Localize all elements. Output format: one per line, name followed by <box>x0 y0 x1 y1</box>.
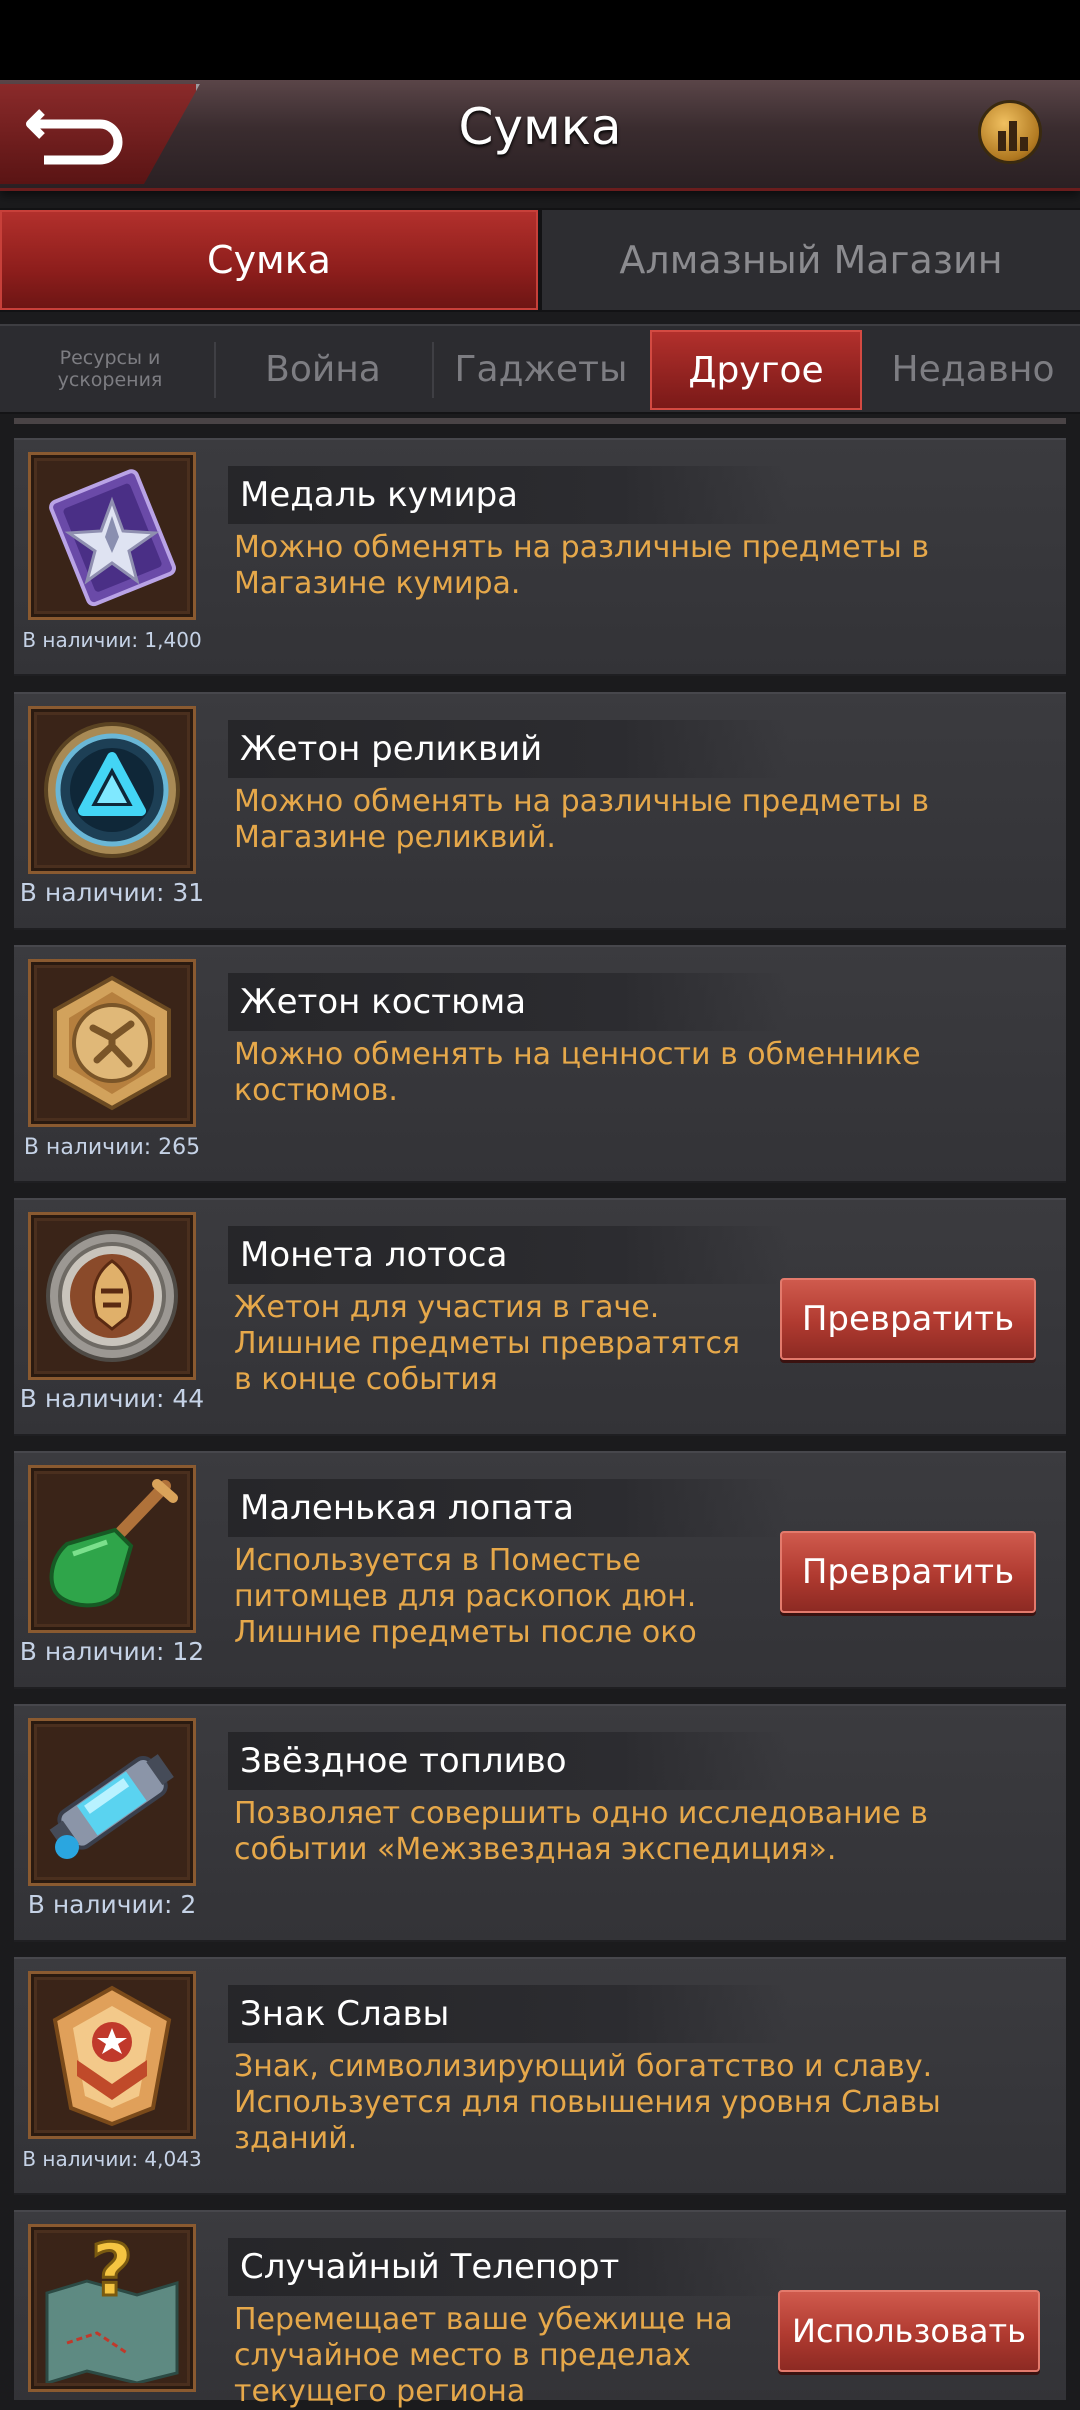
item-icon-frame <box>28 1465 196 1633</box>
item-count: В наличии: 44 <box>19 1384 205 1413</box>
tab-gadgets[interactable]: Гаджеты <box>436 326 646 412</box>
star-fuel-icon <box>37 1727 187 1877</box>
item-icon-frame: ? <box>28 2224 196 2392</box>
item-name: Знак Славы <box>228 1985 788 2043</box>
list-item[interactable]: В наличии: 265 Жетон костюма Можно обмен… <box>14 945 1066 1183</box>
item-count: В наличии: 2 <box>27 1890 197 1919</box>
tab-recent[interactable]: Недавно <box>866 326 1080 412</box>
list-item[interactable]: В наличии: 12 Маленькая лопата Используе… <box>14 1451 1066 1689</box>
item-description: Используется в Поместье питомцев для рас… <box>234 1543 697 1650</box>
item-icon-frame <box>28 1212 196 1380</box>
bar-chart-icon <box>998 121 1028 151</box>
item-count: В наличии: 31 <box>19 878 205 907</box>
tab-diamond-shop[interactable]: Алмазный Магазин <box>542 210 1080 310</box>
item-count: В наличии: 12 <box>19 1637 205 1666</box>
item-count: В наличии: 1,400 <box>22 628 202 652</box>
convert-button[interactable]: Превратить <box>780 1531 1036 1613</box>
item-icon-frame <box>28 959 196 1127</box>
item-name: Маленькая лопата <box>228 1479 788 1537</box>
item-icon-frame <box>28 1971 196 2139</box>
idol-medal-icon <box>37 461 187 611</box>
glory-badge-icon <box>37 1980 187 2130</box>
item-description: Можно обменять на различные предметы в М… <box>234 784 929 855</box>
tab-divider <box>214 342 216 398</box>
category-tabs: Ресурсы и ускорения Война Гаджеты Другое… <box>0 324 1080 414</box>
status-bar <box>0 0 1080 80</box>
item-icon-frame <box>28 1718 196 1886</box>
main-tabs: Сумка Алмазный Магазин <box>0 208 1080 312</box>
tab-divider <box>432 342 434 398</box>
item-description: Перемещает ваше убежище на случайное мес… <box>234 2302 733 2409</box>
item-icon-frame <box>28 452 196 620</box>
header-bar: Сумка <box>0 80 1080 191</box>
svg-text:?: ? <box>91 2233 133 2312</box>
list-divider <box>14 418 1066 424</box>
tab-resources-speedups[interactable]: Ресурсы и ускорения <box>20 326 200 412</box>
tab-war[interactable]: Война <box>218 326 428 412</box>
list-item[interactable]: В наличии: 4,043 Знак Славы Знак, символ… <box>14 1957 1066 2195</box>
item-description: Можно обменять на ценности в обменнике к… <box>234 1037 921 1108</box>
lotus-coin-icon <box>37 1221 187 1371</box>
item-name: Жетон реликвий <box>228 720 788 778</box>
list-item[interactable]: В наличии: 44 Монета лотоса Жетон для уч… <box>14 1198 1066 1436</box>
tab-other[interactable]: Другое <box>650 330 862 410</box>
shovel-icon <box>37 1474 187 1624</box>
item-description: Жетон для участия в гаче. Лишние предмет… <box>234 1290 741 1397</box>
item-name: Случайный Телепорт <box>228 2238 788 2296</box>
list-item[interactable]: В наличии: 1,400 Медаль кумира Можно обм… <box>14 438 1066 676</box>
item-name: Монета лотоса <box>228 1226 788 1284</box>
item-count: В наличии: 4,043 <box>22 2147 202 2171</box>
costume-token-icon <box>37 968 187 1118</box>
tab-bag[interactable]: Сумка <box>0 210 538 310</box>
list-item[interactable]: В наличии: 2 Звёздное топливо Позволяет … <box>14 1704 1066 1942</box>
stats-button[interactable] <box>978 100 1042 164</box>
use-button[interactable]: Использовать <box>778 2290 1040 2372</box>
item-description: Позволяет совершить одно исследование в … <box>234 1796 928 1867</box>
convert-button[interactable]: Превратить <box>780 1278 1036 1360</box>
item-name: Звёздное топливо <box>228 1732 788 1790</box>
item-icon-frame <box>28 706 196 874</box>
item-description: Знак, символизирующий богатство и славу.… <box>234 2049 941 2156</box>
random-teleport-icon: ? <box>37 2233 187 2383</box>
item-description: Можно обменять на различные предметы в М… <box>234 530 929 601</box>
item-name: Жетон костюма <box>228 973 788 1031</box>
item-count: В наличии: 265 <box>23 1135 201 1160</box>
list-item[interactable]: В наличии: 31 Жетон реликвий Можно обмен… <box>14 692 1066 930</box>
item-name: Медаль кумира <box>228 466 788 524</box>
list-item[interactable]: ? Случайный Телепорт Перемещает ваше убе… <box>14 2210 1066 2409</box>
relic-token-icon <box>37 715 187 865</box>
page-title: Сумка <box>458 98 622 156</box>
